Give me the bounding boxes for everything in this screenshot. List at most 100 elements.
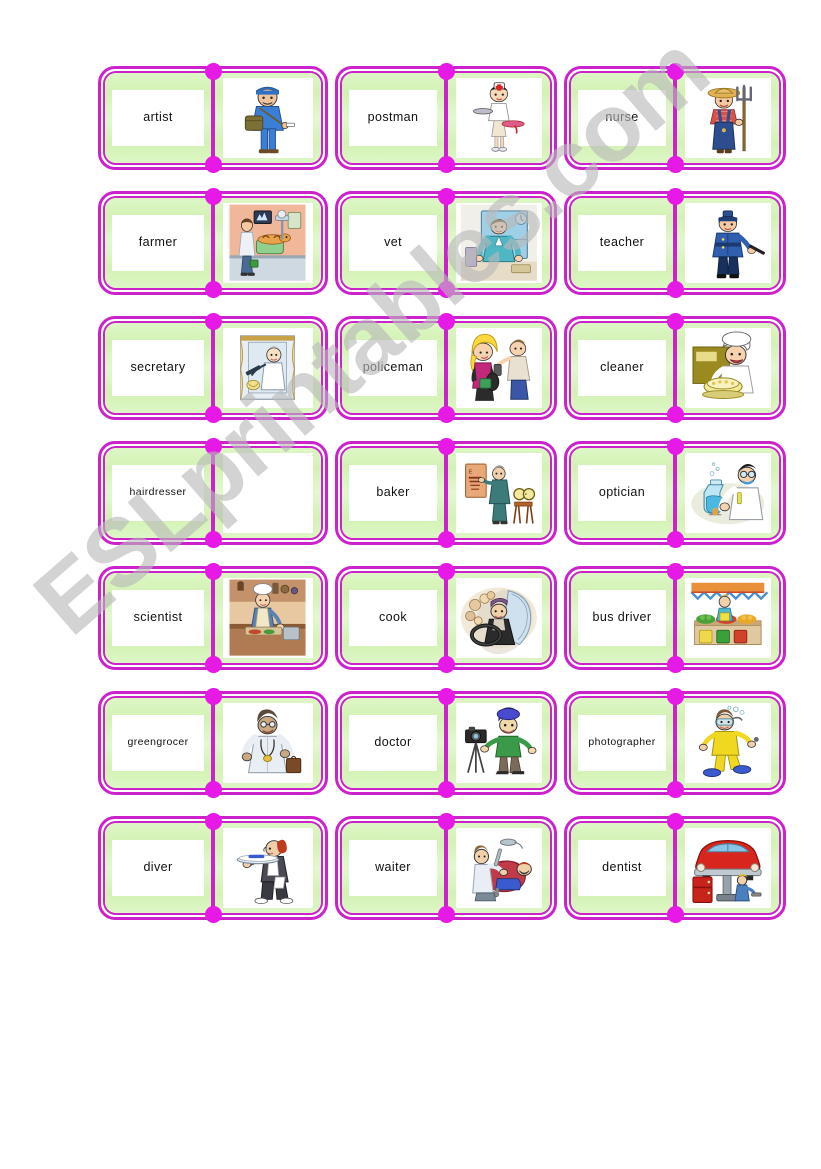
domino-card-inner: postman (340, 71, 552, 165)
domino-word-half: waiter (342, 823, 444, 913)
domino-card[interactable]: postman (335, 63, 557, 173)
domino-picture-half (215, 698, 321, 788)
domino-picture-half (215, 323, 321, 413)
domino-picture-half (215, 573, 321, 663)
domino-card-inner: policeman (340, 321, 552, 415)
domino-divider (444, 448, 448, 538)
farmer-picture (685, 78, 771, 158)
connector-dot-top (204, 63, 222, 80)
domino-card[interactable]: diver (98, 813, 328, 923)
domino-picture-half (448, 698, 550, 788)
connector-dot-bottom (204, 781, 222, 798)
domino-card-inner: cleaner (569, 321, 781, 415)
domino-word-half: baker (342, 448, 444, 538)
domino-card-inner: waiter (340, 821, 552, 915)
connector-dot-top (666, 188, 684, 205)
domino-card[interactable]: greengrocer (98, 688, 328, 798)
domino-slot: hairdresser (98, 438, 335, 564)
domino-slot: waiter (335, 813, 564, 939)
domino-card[interactable]: waiter (335, 813, 557, 923)
word-plate: scientist (112, 590, 204, 646)
job-word: artist (143, 110, 173, 125)
domino-card[interactable]: policeman (335, 313, 557, 423)
domino-picture-half (448, 73, 550, 163)
connector-dot-top (666, 813, 684, 830)
domino-divider (673, 73, 677, 163)
connector-dot-top (437, 563, 455, 580)
domino-slot: postman (335, 63, 564, 189)
domino-word-half: diver (105, 823, 211, 913)
domino-slot: vet (335, 188, 564, 314)
domino-card[interactable]: nurse (564, 63, 786, 173)
domino-word-half: nurse (571, 73, 673, 163)
scientist-picture (685, 453, 771, 533)
domino-row: farmer vet teacher (98, 188, 810, 314)
domino-divider (444, 198, 448, 288)
domino-slot: policeman (335, 313, 564, 439)
domino-slot: doctor (335, 688, 564, 814)
domino-card-inner: diver (103, 821, 323, 915)
domino-picture-half (677, 573, 779, 663)
domino-card-inner: photographer (569, 696, 781, 790)
domino-picture-half (677, 73, 779, 163)
connector-dot-bottom (437, 656, 455, 673)
domino-card-inner: artist (103, 71, 323, 165)
domino-word-half: bus driver (571, 573, 673, 663)
connector-dot-top (204, 438, 222, 455)
domino-picture-half (448, 823, 550, 913)
domino-divider (673, 698, 677, 788)
domino-card[interactable]: optician (564, 438, 786, 548)
word-plate: bus driver (578, 590, 666, 646)
job-word: teacher (599, 235, 645, 250)
baker-picture (223, 453, 313, 533)
domino-word-half: photographer (571, 698, 673, 788)
domino-card[interactable]: vet (335, 188, 557, 298)
domino-card[interactable]: teacher (564, 188, 786, 298)
connector-dot-top (437, 438, 455, 455)
domino-card-inner: nurse (569, 71, 781, 165)
domino-card[interactable]: doctor (335, 688, 557, 798)
domino-card[interactable]: farmer (98, 188, 328, 298)
domino-divider (211, 198, 215, 288)
word-plate: optician (578, 465, 666, 521)
connector-dot-bottom (666, 531, 684, 548)
domino-card[interactable]: photographer (564, 688, 786, 798)
connector-dot-bottom (437, 281, 455, 298)
optician-picture: E (456, 453, 542, 533)
job-word: doctor (374, 735, 412, 750)
connector-dot-top (437, 813, 455, 830)
connector-dot-bottom (437, 531, 455, 548)
domino-card[interactable]: cleaner (564, 313, 786, 423)
domino-card-inner: secretary (103, 321, 323, 415)
connector-dot-bottom (437, 406, 455, 423)
domino-card[interactable]: artist (98, 63, 328, 173)
domino-card[interactable]: bus driver (564, 563, 786, 673)
connector-dot-bottom (437, 906, 455, 923)
domino-picture-half (677, 698, 779, 788)
domino-card[interactable]: scientist (98, 563, 328, 673)
domino-grid: artist postman nurse farmer vet teacher … (98, 63, 810, 939)
domino-slot: optician (564, 438, 793, 564)
domino-card[interactable]: secretary (98, 313, 328, 423)
domino-word-half: cook (342, 573, 444, 663)
word-plate: diver (112, 840, 204, 896)
job-word: hairdresser (129, 486, 187, 499)
connector-dot-top (437, 313, 455, 330)
word-plate: policeman (349, 340, 437, 396)
domino-card[interactable]: hairdresser (98, 438, 328, 548)
domino-card[interactable]: cook (335, 563, 557, 673)
nurse-picture (456, 78, 542, 158)
domino-card[interactable]: dentist (564, 813, 786, 923)
job-word: optician (598, 485, 646, 500)
domino-slot: nurse (564, 63, 793, 189)
domino-divider (444, 698, 448, 788)
connector-dot-top (204, 188, 222, 205)
secretary-picture (685, 203, 771, 283)
domino-picture-half (448, 198, 550, 288)
domino-slot: bus driver (564, 563, 793, 689)
connector-dot-bottom (204, 531, 222, 548)
domino-card[interactable]: baker E (335, 438, 557, 548)
connector-dot-top (204, 313, 222, 330)
connector-dot-bottom (204, 906, 222, 923)
word-plate: waiter (349, 840, 437, 896)
